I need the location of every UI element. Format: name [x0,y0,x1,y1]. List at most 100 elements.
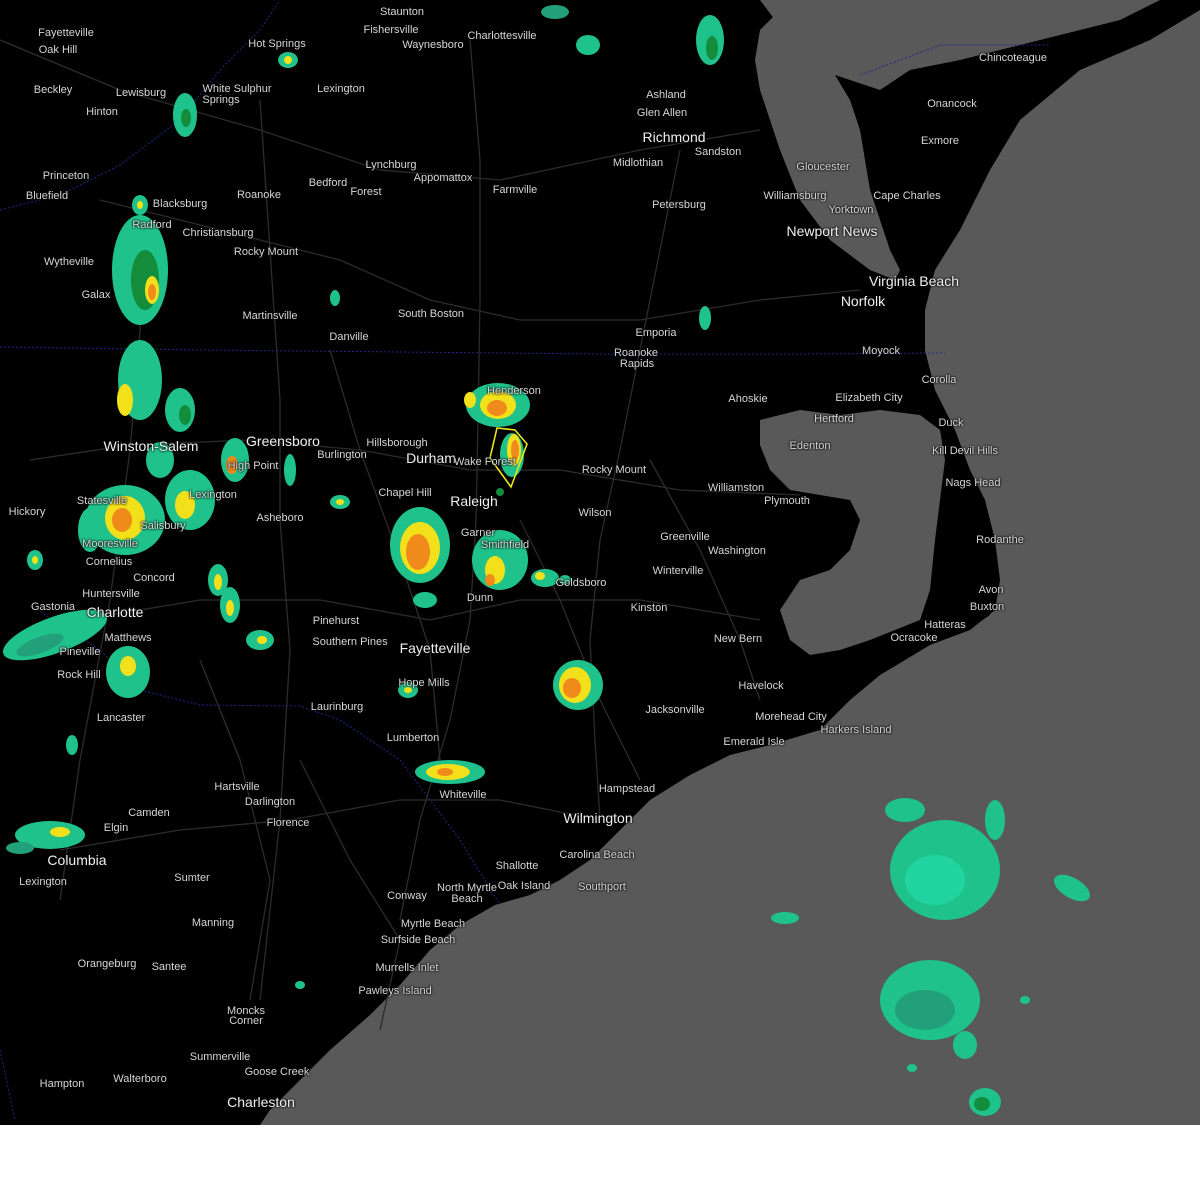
city-label-cape-charles: Cape Charles [873,190,941,202]
city-label-oak-island: Oak Island [497,880,551,892]
city-label-myrtle-beach: Myrtle Beach [400,918,466,930]
city-label-buxton: Buxton [969,601,1005,613]
city-label-fishersville: Fishersville [363,24,419,36]
city-label-chapel-hill: Chapel Hill [378,487,432,499]
city-label-gloucester: Gloucester [796,161,850,173]
city-label-pinehurst: Pinehurst [312,615,360,627]
city-label-williamsburg: Williamsburg [763,190,827,202]
city-label-goose-creek: Goose Creek [244,1066,310,1078]
city-label-williamston: Williamston [707,482,765,494]
city-label-sumter: Sumter [174,872,210,884]
city-label-wytheville: Wytheville [43,256,95,268]
city-label-forest: Forest [350,186,382,198]
city-label-norfolk: Norfolk [840,293,886,309]
city-label-springs: Springs [202,94,240,106]
city-label-charleston: Charleston [227,1094,295,1110]
city-label-henderson: Henderson [487,385,541,397]
city-label-southern-pines: Southern Pines [312,636,388,648]
city-label-hampton: Hampton [39,1078,85,1090]
footer-blank [0,1125,1200,1200]
city-label-emerald-isle: Emerald Isle [723,736,785,748]
city-label-havelock: Havelock [738,680,784,692]
city-label-duck: Duck [938,417,964,429]
city-label-midlothian: Midlothian [612,157,664,169]
city-label-hinton: Hinton [86,106,118,118]
city-label-staunton: Staunton [379,6,425,18]
city-label-princeton: Princeton [42,170,90,182]
city-label-ocracoke: Ocracoke [890,632,938,644]
city-label-durham: Durham [406,450,456,466]
city-label-fayetteville-nc: Fayetteville [399,640,471,656]
city-label-goldsboro: Goldsboro [555,577,607,589]
city-label-south-boston: South Boston [397,308,465,320]
city-label-hatteras: Hatteras [924,619,966,631]
city-label-murrells-inlet: Murrells Inlet [375,962,439,974]
city-label-burlington: Burlington [317,449,367,461]
city-label-statesville: Statesville [76,495,128,507]
city-label-roanoke-rapids-2: Rapids [619,358,655,370]
city-label-waynesboro: Waynesboro [402,39,464,51]
city-label-radford: Radford [132,219,172,231]
city-label-huntersville: Huntersville [82,588,140,600]
city-label-raleigh: Raleigh [450,493,498,509]
city-label-moncks-corner-2: Corner [229,1015,263,1027]
city-label-dunn: Dunn [466,592,494,604]
city-label-asheboro: Asheboro [256,512,304,524]
city-label-hope-mills: Hope Mills [398,677,450,689]
city-label-washington: Washington [708,545,766,557]
city-label-farmville: Farmville [492,184,538,196]
city-label-elizabeth-city: Elizabeth City [835,392,903,404]
city-label-summerville: Summerville [189,1051,251,1063]
city-label-north-myrtle-2: Beach [451,893,483,905]
city-label-concord: Concord [133,572,175,584]
radar-map[interactable]: Staunton Fishersville Waynesboro Charlottes… [0,0,1200,1125]
city-label-high-point: High Point [227,460,279,472]
city-label-petersburg: Petersburg [652,199,706,211]
city-label-darlington: Darlington [244,796,296,808]
city-label-rock-hill: Rock Hill [57,669,101,681]
city-label-lexington-va: Lexington [317,83,365,95]
city-label-wilmington: Wilmington [563,810,633,826]
city-label-beckley: Beckley [33,84,73,96]
city-label-wilson: Wilson [578,507,612,519]
city-label-hot-springs: Hot Springs [248,38,306,50]
city-label-newport-news: Newport News [786,223,878,239]
city-label-moyock: Moyock [862,345,900,357]
city-label-edenton: Edenton [789,440,831,452]
city-label-glen-allen: Glen Allen [636,107,688,119]
city-label-matthews: Matthews [104,632,152,644]
city-label-rodanthe: Rodanthe [976,534,1024,546]
city-label-oak-hill: Oak Hill [38,44,78,56]
city-label-yorktown: Yorktown [828,204,874,216]
city-label-lexington-nc: Lexington [189,489,237,501]
city-label-hertford: Hertford [814,413,854,425]
city-label-kill-devil-hills: Kill Devil Hills [931,445,999,457]
city-label-pineville: Pineville [59,646,101,658]
city-label-emporia: Emporia [635,327,677,339]
city-label-ashland: Ashland [646,89,686,101]
city-label-greenville: Greenville [660,531,710,543]
city-label-corolla: Corolla [921,374,957,386]
city-label-salisbury: Salisbury [140,520,186,532]
city-label-onancock: Onancock [927,98,977,110]
city-label-avon: Avon [978,584,1004,596]
city-label-shallotte: Shallotte [495,860,539,872]
city-label-galax: Galax [81,289,111,301]
city-label-christiansburg: Christiansburg [182,227,254,239]
city-label-winston-salem: Winston-Salem [103,438,199,454]
city-label-santee: Santee [151,961,187,973]
city-label-greensboro: Greensboro [246,433,320,449]
city-label-surfside-beach: Surfside Beach [380,934,456,946]
city-label-kinston: Kinston [630,602,668,614]
city-label-garner: Garner [460,527,496,539]
city-label-laurinburg: Laurinburg [310,701,364,713]
city-label-lynchburg: Lynchburg [365,159,417,171]
city-label-blacksburg: Blacksburg [152,198,208,210]
city-label-charlotte: Charlotte [86,604,144,620]
city-label-lancaster: Lancaster [96,712,146,724]
city-label-columbia: Columbia [47,852,107,868]
city-label-rocky-mount-va: Rocky Mount [233,246,299,258]
city-label-rocky-mount-nc: Rocky Mount [581,464,647,476]
city-label-lumberton: Lumberton [386,732,440,744]
city-label-southport: Southport [578,881,626,893]
